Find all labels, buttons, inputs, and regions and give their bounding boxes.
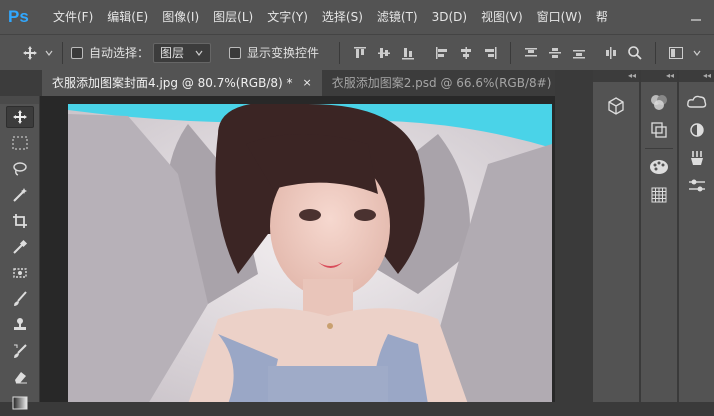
distribute-top-icon[interactable] xyxy=(521,43,541,63)
tool-patch[interactable] xyxy=(0,260,40,286)
menu-layer[interactable]: 图层(L) xyxy=(206,0,260,34)
tab-label: 衣服添加图案封面4.jpg @ 80.7%(RGB/8) * xyxy=(52,76,293,90)
panel-dock: ◂◂ ◂◂ ◂◂ xyxy=(555,70,714,402)
show-transform-option[interactable]: 显示变换控件 xyxy=(229,44,319,61)
photoshop-logo: Ps xyxy=(8,7,29,26)
menu-window[interactable]: 窗口(W) xyxy=(530,0,589,34)
menu-file[interactable]: 文件(F) xyxy=(46,0,100,34)
document-canvas[interactable] xyxy=(68,104,552,402)
patch-icon xyxy=(13,268,27,278)
auto-select-checkbox[interactable] xyxy=(71,46,83,59)
search-icon[interactable] xyxy=(625,43,645,63)
tool-brush[interactable] xyxy=(0,286,40,312)
adjustments-icon[interactable] xyxy=(641,116,677,144)
tool-history-brush[interactable] xyxy=(0,338,40,364)
separator xyxy=(339,41,341,64)
history-brush-icon xyxy=(14,344,27,358)
menu-bar: Ps 文件(F) 编辑(E) 图像(I) 图层(L) 文字(Y) 选择(S) 滤… xyxy=(0,0,714,34)
tool-eyedropper[interactable] xyxy=(0,234,40,260)
menu-help[interactable]: 帮 xyxy=(589,0,615,34)
separator xyxy=(62,41,63,64)
panel-collapse[interactable]: ◂◂ xyxy=(593,70,639,82)
tool-lasso[interactable] xyxy=(0,156,40,182)
tools-panel xyxy=(0,96,40,410)
minimize-icon[interactable] xyxy=(678,0,714,34)
menu-view[interactable]: 视图(V) xyxy=(474,0,530,34)
auto-select-dropdown[interactable]: 图层 xyxy=(153,42,212,63)
tab-document-2[interactable]: 衣服添加图案2.psd @ 66.6%(RGB/8#) × xyxy=(322,70,581,96)
panel-collapse[interactable]: ◂◂ xyxy=(641,70,677,82)
eyedropper-icon xyxy=(13,239,28,254)
photo-image xyxy=(68,104,552,402)
distribute-hcenter-icon[interactable] xyxy=(601,43,621,63)
marquee-icon xyxy=(12,136,28,150)
tab-document-1[interactable]: 衣服添加图案封面4.jpg @ 80.7%(RGB/8) * × xyxy=(42,70,322,96)
move-icon xyxy=(23,45,37,60)
chevron-down-icon[interactable] xyxy=(692,48,702,58)
tab-label: 衣服添加图案2.psd @ 66.6%(RGB/8#) xyxy=(331,76,552,90)
separator xyxy=(655,41,657,64)
auto-select-label: 自动选择： xyxy=(89,46,150,60)
show-transform-label: 显示变换控件 xyxy=(247,46,320,60)
panel-divider xyxy=(645,148,673,149)
menu-3d[interactable]: 3D(D) xyxy=(425,0,474,34)
properties-icon[interactable] xyxy=(679,172,714,200)
tool-eraser[interactable] xyxy=(0,364,40,390)
magic-wand-icon xyxy=(13,188,27,202)
tool-magic-wand[interactable] xyxy=(0,182,40,208)
swatches-icon[interactable] xyxy=(641,153,677,181)
tool-gradient[interactable] xyxy=(0,390,40,416)
move-icon xyxy=(13,110,27,124)
auto-select-value: 图层 xyxy=(160,46,185,60)
eraser-icon xyxy=(15,372,27,384)
auto-select-option[interactable]: 自动选择： xyxy=(71,44,149,61)
stamp-icon xyxy=(14,318,26,330)
grid-icon[interactable] xyxy=(641,181,677,209)
align-vcenter-icon[interactable] xyxy=(374,43,394,63)
panel-column-1: ◂◂ xyxy=(593,70,639,402)
distribute-vcenter-icon[interactable] xyxy=(545,43,565,63)
align-hcenter-icon[interactable] xyxy=(456,43,476,63)
panel-collapse[interactable]: ◂◂ xyxy=(679,70,714,82)
align-bottom-icon[interactable] xyxy=(398,43,418,63)
document-tabs: 衣服添加图案封面4.jpg @ 80.7%(RGB/8) * × 衣服添加图案2… xyxy=(0,70,571,96)
menu-type[interactable]: 文字(Y) xyxy=(260,0,315,34)
tool-stamp[interactable] xyxy=(0,312,40,338)
distribute-bottom-icon[interactable] xyxy=(569,43,589,63)
menu-filter[interactable]: 滤镜(T) xyxy=(370,0,425,34)
gradient-icon xyxy=(12,396,28,410)
menu-select[interactable]: 选择(S) xyxy=(315,0,370,34)
menu-image[interactable]: 图像(I) xyxy=(155,0,206,34)
canvas-area[interactable] xyxy=(40,96,555,402)
toolbar-header xyxy=(0,96,39,104)
color-icon[interactable] xyxy=(641,88,677,116)
chevron-down-icon xyxy=(45,50,53,56)
lasso-icon xyxy=(13,162,27,176)
chevron-down-icon xyxy=(195,50,203,56)
panel-column-3: ◂◂ xyxy=(679,70,714,402)
move-tool-preset[interactable] xyxy=(22,45,54,61)
contrast-icon[interactable] xyxy=(679,116,714,144)
tool-marquee[interactable] xyxy=(0,130,40,156)
3d-icon[interactable] xyxy=(593,92,639,120)
align-top-icon[interactable] xyxy=(350,43,370,63)
menu-edit[interactable]: 编辑(E) xyxy=(100,0,155,34)
options-bar: 自动选择： 图层 显示变换控件 xyxy=(0,34,714,70)
libraries-icon[interactable] xyxy=(679,88,714,116)
workspace-icon[interactable] xyxy=(666,43,686,63)
paths-icon[interactable] xyxy=(679,144,714,172)
show-transform-checkbox[interactable] xyxy=(229,46,242,59)
crop-icon xyxy=(13,214,27,228)
align-left-icon[interactable] xyxy=(432,43,452,63)
tool-move[interactable] xyxy=(0,104,40,130)
separator xyxy=(510,41,512,64)
panel-column-2: ◂◂ xyxy=(641,70,677,402)
close-icon[interactable]: × xyxy=(303,70,312,96)
window-controls xyxy=(678,0,714,34)
align-right-icon[interactable] xyxy=(480,43,500,63)
brush-icon xyxy=(14,291,27,306)
tool-crop[interactable] xyxy=(0,208,40,234)
